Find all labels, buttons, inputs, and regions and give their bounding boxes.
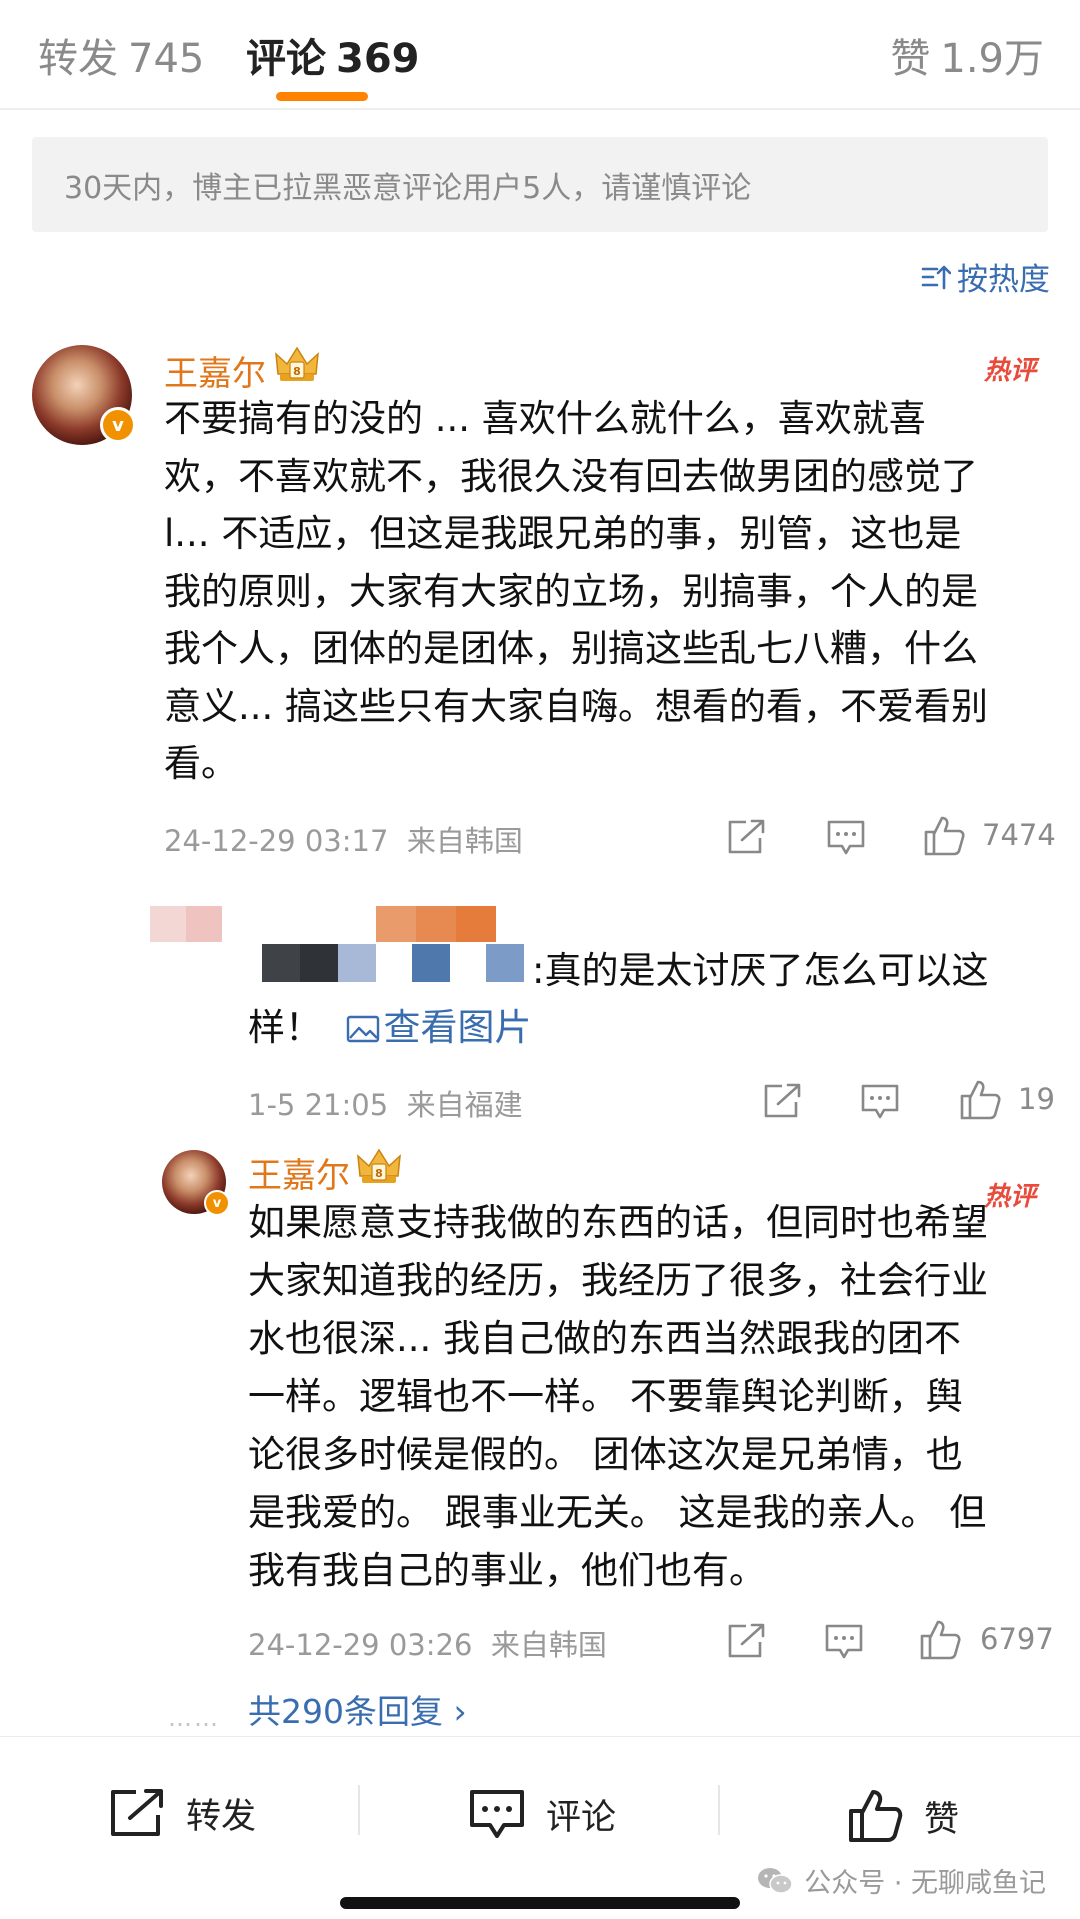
comment-location: 来自韩国 <box>406 824 523 858</box>
more-replies-dots: …… <box>168 1704 220 1732</box>
like-count: 19 <box>1018 1082 1055 1116</box>
reply-time: 1-5 21:05 <box>248 1088 389 1122</box>
hot-comment-tag: 热评 <box>983 356 1036 386</box>
comment-line: 是我爱的。 跟事业无关。 这是我的亲人。 但 <box>248 1491 987 1534</box>
svg-text:8: 8 <box>293 365 301 378</box>
watermark-text: 公众号 · 无聊咸鱼记 <box>804 1868 1046 1899</box>
comment-label: 评论 <box>546 1797 617 1838</box>
tab-comment[interactable]: 评论 369 <box>246 26 420 84</box>
comment-line: 看。 <box>164 742 238 785</box>
share-icon[interactable] <box>726 818 766 856</box>
tab-repost[interactable]: 转发 745 <box>38 26 204 84</box>
sort-label: 按热度 <box>957 262 1050 298</box>
comment-line: 我有我自己的事业，他们也有。 <box>248 1549 766 1592</box>
reply-text-line2: 样！ 查看图片 <box>248 999 532 1056</box>
more-replies-link[interactable]: 共290条回复 › <box>248 1685 467 1733</box>
verified-badge-icon: v <box>204 1190 230 1216</box>
comment-line: 水也很深... 我自己做的东西当然跟我的团不 <box>248 1317 962 1360</box>
blocked-users-notice: 30天内，博主已拉黑恶意评论用户5人，请谨慎评论 <box>32 137 1048 232</box>
comment-meta: 24-12-29 03:26 来自韩国 <box>248 1622 607 1664</box>
share-icon[interactable] <box>726 1622 766 1660</box>
comment-location: 来自韩国 <box>490 1628 607 1662</box>
wechat-icon <box>758 1867 793 1894</box>
like-icon[interactable] <box>918 1618 962 1662</box>
comment-meta: 24-12-29 03:17 来自韩国 <box>164 818 523 860</box>
repost-button[interactable]: 转发 <box>108 1787 256 1839</box>
like-count: 6797 <box>980 1622 1054 1656</box>
comment-line: 一样。逻辑也不一样。 不要靠舆论判断，舆 <box>248 1375 963 1418</box>
tab-comment-label: 评论 <box>246 36 326 82</box>
weibo-comments-page: 转发 745 评论 369 赞 1.9万 30天内，博主已拉黑恶意评论用户5人，请谨慎… <box>0 0 1080 1919</box>
divider <box>358 1785 360 1835</box>
comment-time: 24-12-29 03:17 <box>164 824 389 858</box>
comment-body: 如果愿意支持我做的东西的话，但同时也希望 大家知道我的经历，我经历了很多，社会行… <box>248 1194 988 1600</box>
member-crown-icon: 8 <box>357 1148 401 1183</box>
tab-repost-count: 745 <box>128 36 205 82</box>
comment-username[interactable]: 王嘉尔 <box>164 346 266 395</box>
bottom-action-bar: 转发 评论 赞 公众号 · 无聊咸鱼记 <box>0 1736 1080 1919</box>
comment-line: l... 不适应，但这是我跟兄弟的事，别管，这也是 <box>164 512 962 555</box>
watermark: 公众号 · 无聊咸鱼记 <box>756 1861 1046 1900</box>
reply-location: 来自福建 <box>406 1088 523 1122</box>
view-image-link[interactable]: 查看图片 <box>346 1006 532 1049</box>
view-image-label: 查看图片 <box>383 1006 532 1049</box>
like-icon[interactable] <box>922 814 966 858</box>
verified-badge-icon: v <box>100 407 136 443</box>
comment-line: 我个人，团体的是团体，别搞这些乱七八糟，什么 <box>164 627 978 670</box>
comment-line: 大家知道我的经历，我经历了很多，社会行业 <box>248 1259 988 1302</box>
like-icon[interactable] <box>958 1078 1002 1122</box>
reply-text-line1: :真的是太讨厌了怎么可以这 <box>532 949 989 992</box>
avatar[interactable]: v <box>162 1150 230 1216</box>
repost-label: 转发 <box>186 1796 257 1837</box>
comment-button[interactable]: 评论 <box>468 1787 616 1841</box>
comment-time: 24-12-29 03:26 <box>248 1628 473 1662</box>
comment-icon[interactable] <box>826 818 866 858</box>
comment-username[interactable]: 王嘉尔 <box>248 1148 350 1197</box>
image-icon <box>346 1015 379 1043</box>
comment-line: 不要搞有的没的 ... 喜欢什么就什么，喜欢就喜 <box>164 397 926 440</box>
reply-meta: 1-5 21:05 来自福建 <box>248 1082 523 1124</box>
blurred-username-mosaic <box>262 944 532 984</box>
comment-body: 不要搞有的没的 ... 喜欢什么就什么，喜欢就喜 欢，不喜欢就不，我很久没有回去… <box>164 390 988 793</box>
home-indicator[interactable] <box>340 1897 740 1909</box>
comment-icon[interactable] <box>824 1622 864 1662</box>
share-icon <box>111 1789 163 1836</box>
blurred-username-mosaic <box>150 906 530 946</box>
tab-active-indicator <box>276 92 368 101</box>
tab-likes[interactable]: 赞 1.9万 <box>890 26 1044 84</box>
svg-text:8: 8 <box>375 1167 383 1180</box>
hot-comment-tag: 热评 <box>983 1182 1036 1212</box>
comment-line: 如果愿意支持我做的东西的话，但同时也希望 <box>248 1201 988 1244</box>
tab-comment-count: 369 <box>336 36 420 82</box>
comment-line: 欢，不喜欢就不，我很久没有回去做男团的感觉了 <box>164 454 978 498</box>
reply-text: 样！ <box>248 1006 322 1049</box>
avatar[interactable]: v <box>32 345 136 445</box>
member-crown-icon: 8 <box>275 346 319 381</box>
comment-icon <box>470 1790 524 1838</box>
comment-line: 我的原则，大家有大家的立场，别搞事，个人的是 <box>164 569 978 613</box>
tab-likes-label: 赞 <box>890 36 931 82</box>
tab-repost-label: 转发 <box>38 36 118 82</box>
divider <box>718 1785 720 1835</box>
sort-button[interactable]: 按热度 <box>921 254 1050 299</box>
tab-likes-count: 1.9万 <box>940 36 1044 82</box>
comment-line: 论很多时候是假的。 团体这次是兄弟情，也 <box>248 1433 963 1476</box>
comment-icon[interactable] <box>860 1082 900 1122</box>
tab-bar: 转发 745 评论 369 赞 1.9万 <box>0 0 1080 110</box>
like-icon <box>849 1790 903 1842</box>
like-label: 赞 <box>924 1799 960 1840</box>
like-count: 7474 <box>982 818 1056 852</box>
sort-icon <box>921 265 951 289</box>
comment-line: 意义... 搞这些只有大家自嗨。想看的看，不爱看别 <box>164 684 989 728</box>
share-icon[interactable] <box>762 1082 802 1120</box>
like-button[interactable]: 赞 <box>846 1787 959 1845</box>
